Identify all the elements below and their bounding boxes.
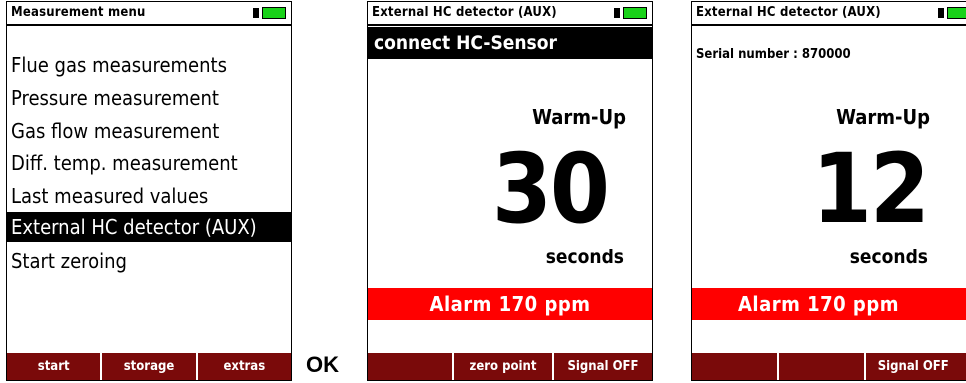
screen-title: External HC detector (AUX)	[368, 2, 652, 26]
menu-item-diff-temp[interactable]: Diff. temp. measurement	[11, 148, 238, 178]
menu-item-start-zeroing[interactable]: Start zeroing	[11, 246, 127, 276]
countdown-value: 30	[491, 133, 610, 245]
hc-detector-serial-screen: External HC detector (AUX) Serial number…	[691, 1, 966, 381]
softkey-bar: Signal OFF	[692, 353, 966, 380]
warmup-status: Warm-Up	[532, 105, 626, 129]
battery-full-icon	[614, 7, 648, 19]
softkey-bar: start storage extras	[7, 353, 291, 380]
start-softkey[interactable]: start	[7, 353, 100, 380]
menu-item-gas-flow[interactable]: Gas flow measurement	[11, 116, 219, 146]
battery-full-icon	[253, 7, 287, 19]
screen-title: External HC detector (AUX)	[692, 2, 966, 26]
signal-off-softkey[interactable]: Signal OFF	[552, 353, 652, 380]
extras-softkey[interactable]: extras	[195, 353, 291, 380]
ok-key-label: OK	[306, 352, 339, 377]
title-text: External HC detector (AUX)	[696, 5, 881, 20]
menu-item-flue-gas[interactable]: Flue gas measurements	[11, 50, 227, 80]
storage-softkey[interactable]: storage	[100, 353, 195, 380]
connect-sensor-banner: connect HC-Sensor	[368, 27, 652, 59]
warmup-status: Warm-Up	[836, 105, 930, 129]
title-text: Measurement menu	[11, 5, 146, 20]
empty-softkey	[692, 353, 777, 380]
menu-item-external-hc[interactable]: External HC detector (AUX)	[7, 212, 291, 242]
serial-number: Serial number : 870000	[696, 47, 851, 62]
empty-softkey	[776, 353, 864, 380]
zero-point-softkey[interactable]: zero point	[452, 353, 552, 380]
alarm-threshold: Alarm 170 ppm	[368, 288, 652, 320]
countdown-unit: seconds	[849, 246, 928, 268]
empty-softkey	[368, 353, 452, 380]
title-text: External HC detector (AUX)	[372, 5, 557, 20]
alarm-threshold: Alarm 170 ppm	[692, 288, 966, 320]
softkey-bar: zero point Signal OFF	[368, 353, 652, 380]
measurement-menu-screen: Measurement menu Flue gas measurements P…	[6, 1, 292, 381]
menu-item-pressure[interactable]: Pressure measurement	[11, 83, 219, 113]
countdown-value: 12	[811, 133, 930, 245]
hc-detector-warmup-screen: External HC detector (AUX) connect HC-Se…	[367, 1, 653, 381]
countdown-unit: seconds	[545, 246, 624, 268]
menu-item-last-values[interactable]: Last measured values	[11, 181, 208, 211]
battery-full-icon	[938, 7, 966, 19]
signal-off-softkey[interactable]: Signal OFF	[863, 353, 966, 380]
screen-title: Measurement menu	[7, 2, 291, 26]
